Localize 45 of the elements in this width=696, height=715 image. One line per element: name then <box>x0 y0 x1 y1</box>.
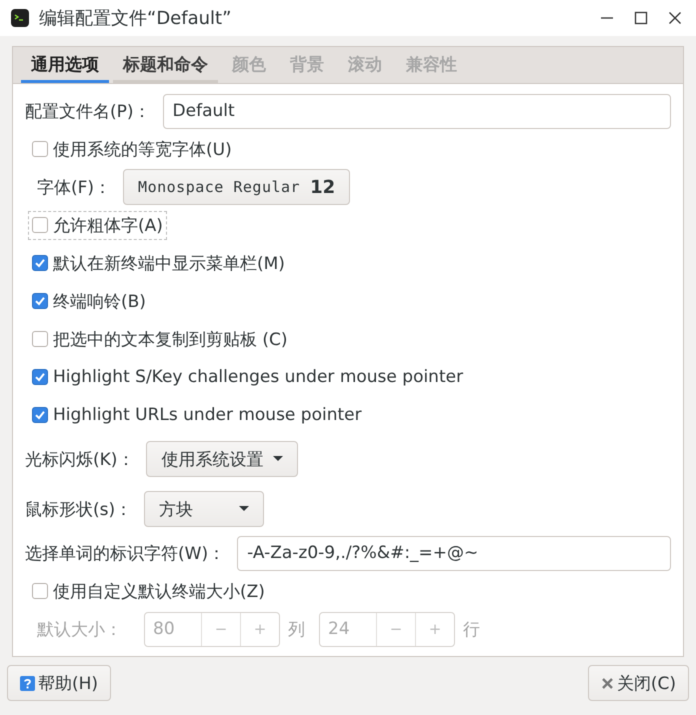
text-field[interactable]: Default <box>162 94 671 128</box>
check-icon <box>33 294 47 308</box>
maximize-icon[interactable] <box>634 11 648 25</box>
checkbox[interactable] <box>32 331 48 347</box>
checkbox[interactable] <box>32 583 48 599</box>
field-label: 默认大小： <box>37 618 122 640</box>
close-icon[interactable] <box>668 11 682 25</box>
field-label: 光标闪烁(K)： <box>25 448 134 470</box>
caret-icon <box>273 456 284 462</box>
dropdown[interactable]: 使用系统设置 <box>146 441 298 477</box>
checkbox[interactable] <box>32 217 48 233</box>
close-button[interactable]: 关闭(C) <box>588 665 689 701</box>
checkbox-option[interactable]: 使用系统的等宽字体(U) <box>28 134 236 164</box>
text-field[interactable]: -A-Za-z0-9,./?%&#:_=+@~ <box>237 536 671 570</box>
terminal-icon <box>10 8 30 28</box>
checkbox-option[interactable]: 允许粗体字(A) <box>28 210 167 240</box>
window-title: 编辑配置文件“Default” <box>39 7 232 30</box>
tab[interactable]: 通用选项 <box>21 49 109 83</box>
checkbox-option[interactable]: 终端响铃(B) <box>28 286 150 316</box>
field-label: 鼠标形状(s)： <box>25 498 132 520</box>
caret-icon <box>239 506 250 512</box>
check-icon <box>33 370 47 384</box>
help-button[interactable]: 帮助(H) <box>7 665 112 701</box>
checkbox-option[interactable]: 把选中的文本复制到剪贴板 (C) <box>28 324 292 354</box>
field-label: 配置文件名(P)： <box>25 100 151 122</box>
checkbox-option[interactable]: Highlight S/Key challenges under mouse pointer <box>28 364 468 390</box>
checkbox-option[interactable]: 使用自定义默认终端大小(Z) <box>28 576 269 606</box>
font-button[interactable]: Monospace Regular 12 <box>123 169 350 205</box>
checkbox[interactable] <box>32 407 48 423</box>
check-icon <box>33 256 47 270</box>
unit-label: 列 <box>288 618 305 640</box>
checkbox-option[interactable]: Highlight URLs under mouse pointer <box>28 402 366 428</box>
checkbox[interactable] <box>32 255 48 271</box>
tab[interactable]: 标题和命令 <box>113 49 218 83</box>
check-icon <box>33 408 47 422</box>
help-icon <box>20 676 35 690</box>
checkbox[interactable] <box>32 293 48 309</box>
checkbox[interactable] <box>32 369 48 385</box>
checkbox[interactable] <box>32 141 48 157</box>
close-icon <box>600 676 614 690</box>
dropdown[interactable]: 方块 <box>144 491 264 527</box>
unit-label: 行 <box>463 618 480 640</box>
checkbox-option[interactable]: 默认在新终端中显示菜单栏(M) <box>28 248 289 278</box>
field-label: 选择单词的标识字符(W)： <box>25 542 226 564</box>
field-label: 字体(F)： <box>37 176 112 198</box>
